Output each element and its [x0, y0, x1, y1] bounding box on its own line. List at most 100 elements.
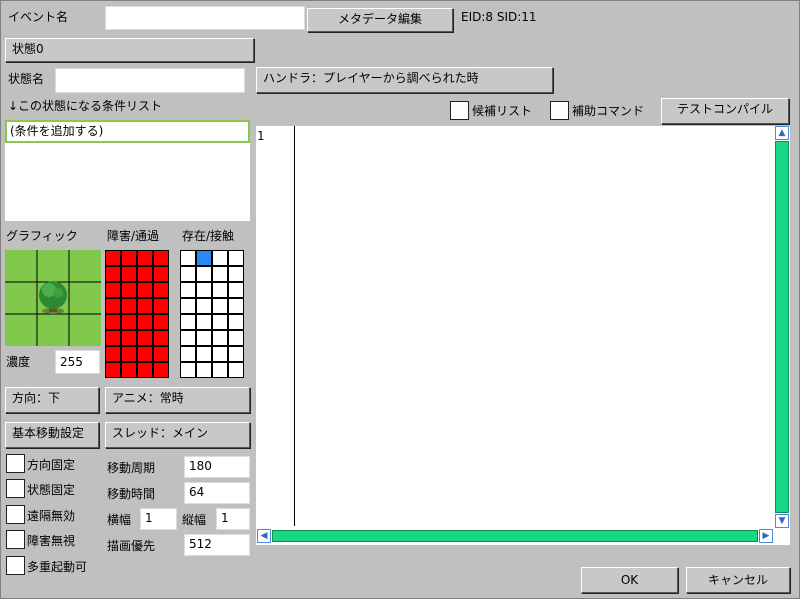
- obstacle-cell[interactable]: [153, 250, 169, 266]
- obstacle-cell[interactable]: [121, 362, 137, 378]
- code-editor[interactable]: 1 ▲ ▼ ◀ ▶: [256, 126, 790, 545]
- presence-cell[interactable]: [228, 330, 244, 346]
- obstacle-cell[interactable]: [137, 346, 153, 362]
- height-field[interactable]: 1: [216, 508, 250, 530]
- obstacle-cell[interactable]: [105, 362, 121, 378]
- presence-cell[interactable]: [228, 314, 244, 330]
- direction-button[interactable]: 方向：下: [5, 387, 99, 413]
- obstacle-cell[interactable]: [153, 266, 169, 282]
- presence-cell[interactable]: [212, 362, 228, 378]
- obstacle-cell[interactable]: [121, 250, 137, 266]
- condition-list[interactable]: (条件を追加する): [5, 120, 250, 221]
- add-condition-item[interactable]: (条件を追加する): [5, 120, 250, 143]
- obstacle-cell[interactable]: [137, 330, 153, 346]
- presence-cell[interactable]: [228, 266, 244, 282]
- presence-cell[interactable]: [212, 298, 228, 314]
- obstacle-cell[interactable]: [121, 346, 137, 362]
- thread-button[interactable]: スレッド：メイン: [105, 422, 250, 448]
- obstacle-cell[interactable]: [153, 282, 169, 298]
- obstacle-cell[interactable]: [153, 346, 169, 362]
- presence-cell[interactable]: [180, 346, 196, 362]
- state-tab-0[interactable]: 状態0: [5, 38, 254, 62]
- move-period-field[interactable]: 180: [184, 456, 250, 478]
- presence-cell[interactable]: [180, 362, 196, 378]
- obstacle-cell[interactable]: [121, 330, 137, 346]
- obstacle-cell[interactable]: [153, 330, 169, 346]
- presence-cell[interactable]: [196, 330, 212, 346]
- obstacle-cell[interactable]: [121, 314, 137, 330]
- presence-cell[interactable]: [180, 314, 196, 330]
- obstacle-cell[interactable]: [105, 282, 121, 298]
- disable-remote-checkbox[interactable]: [6, 505, 25, 524]
- obstacle-cell[interactable]: [105, 346, 121, 362]
- presence-cell[interactable]: [180, 250, 196, 266]
- candidate-list-checkbox[interactable]: [450, 101, 469, 120]
- presence-cell[interactable]: [180, 266, 196, 282]
- scroll-right-icon[interactable]: ▶: [759, 529, 773, 543]
- presence-cell[interactable]: [196, 266, 212, 282]
- fix-state-checkbox[interactable]: [6, 479, 25, 498]
- presence-cell[interactable]: [196, 314, 212, 330]
- presence-cell[interactable]: [180, 282, 196, 298]
- state-name-field[interactable]: [55, 68, 245, 93]
- horizontal-scrollbar-thumb[interactable]: [272, 530, 758, 542]
- obstacle-cell[interactable]: [137, 250, 153, 266]
- presence-cell[interactable]: [180, 298, 196, 314]
- presence-cell[interactable]: [228, 282, 244, 298]
- obstacle-cell[interactable]: [121, 266, 137, 282]
- obstacle-grid[interactable]: [105, 250, 169, 378]
- scroll-left-icon[interactable]: ◀: [257, 529, 271, 543]
- move-time-field[interactable]: 64: [184, 482, 250, 504]
- test-compile-button[interactable]: テストコンパイル: [661, 98, 789, 124]
- presence-cell[interactable]: [212, 266, 228, 282]
- presence-cell[interactable]: [228, 298, 244, 314]
- obstacle-cell[interactable]: [105, 250, 121, 266]
- obstacle-cell[interactable]: [105, 266, 121, 282]
- obstacle-cell[interactable]: [105, 330, 121, 346]
- presence-cell[interactable]: [228, 250, 244, 266]
- presence-cell[interactable]: [196, 362, 212, 378]
- ok-button[interactable]: OK: [581, 567, 678, 593]
- cancel-button[interactable]: キャンセル: [686, 567, 790, 593]
- obstacle-cell[interactable]: [137, 266, 153, 282]
- density-field[interactable]: 255: [55, 350, 100, 374]
- presence-cell[interactable]: [196, 250, 212, 266]
- graphic-preview[interactable]: [5, 250, 101, 346]
- fix-direction-checkbox[interactable]: [6, 454, 25, 473]
- presence-cell[interactable]: [196, 346, 212, 362]
- obstacle-cell[interactable]: [153, 314, 169, 330]
- scroll-down-icon[interactable]: ▼: [775, 514, 789, 528]
- presence-cell[interactable]: [196, 298, 212, 314]
- width-field[interactable]: 1: [140, 508, 177, 530]
- vertical-scrollbar-thumb[interactable]: [775, 141, 789, 513]
- obstacle-cell[interactable]: [153, 362, 169, 378]
- presence-cell[interactable]: [228, 362, 244, 378]
- obstacle-cell[interactable]: [105, 298, 121, 314]
- basic-move-settings-button[interactable]: 基本移動設定: [5, 422, 99, 448]
- presence-cell[interactable]: [212, 282, 228, 298]
- presence-cell[interactable]: [196, 282, 212, 298]
- handler-button[interactable]: ハンドラ：プレイヤーから調べられた時: [256, 67, 553, 93]
- scroll-up-icon[interactable]: ▲: [775, 126, 789, 140]
- presence-cell[interactable]: [212, 330, 228, 346]
- obstacle-cell[interactable]: [137, 298, 153, 314]
- presence-cell[interactable]: [212, 250, 228, 266]
- event-name-field[interactable]: [105, 6, 305, 30]
- metadata-edit-button[interactable]: メタデータ編集: [307, 8, 453, 32]
- ignore-obstacles-checkbox[interactable]: [6, 530, 25, 549]
- obstacle-cell[interactable]: [121, 298, 137, 314]
- obstacle-cell[interactable]: [121, 282, 137, 298]
- aux-command-checkbox[interactable]: [550, 101, 569, 120]
- presence-cell[interactable]: [180, 330, 196, 346]
- obstacle-cell[interactable]: [137, 282, 153, 298]
- draw-priority-field[interactable]: 512: [184, 534, 250, 556]
- obstacle-cell[interactable]: [105, 314, 121, 330]
- presence-cell[interactable]: [212, 314, 228, 330]
- animation-button[interactable]: アニメ：常時: [105, 387, 250, 413]
- multi-launch-checkbox[interactable]: [6, 556, 25, 575]
- presence-cell[interactable]: [212, 346, 228, 362]
- obstacle-cell[interactable]: [137, 314, 153, 330]
- obstacle-cell[interactable]: [137, 362, 153, 378]
- presence-cell[interactable]: [228, 346, 244, 362]
- presence-grid[interactable]: [180, 250, 244, 378]
